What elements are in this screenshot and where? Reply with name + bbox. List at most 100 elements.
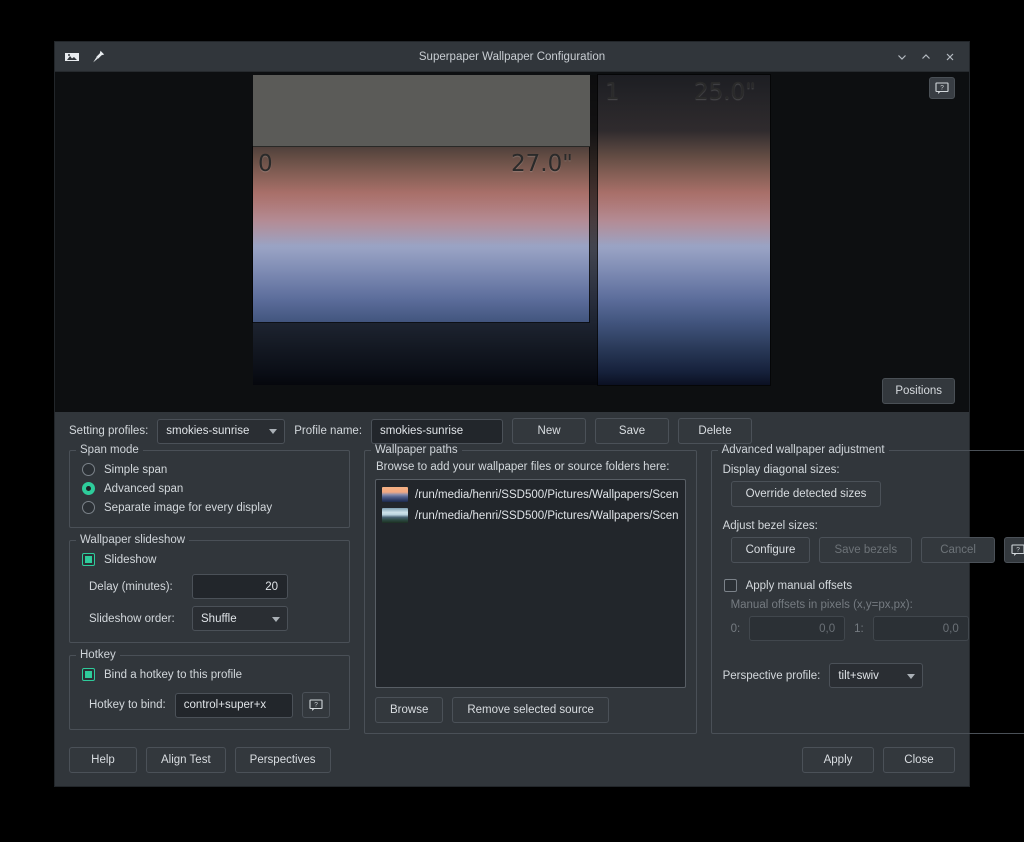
- title-bar: Superpaper Wallpaper Configuration: [55, 42, 969, 72]
- configure-bezels-button[interactable]: Configure: [731, 537, 811, 563]
- wallpaper-preview-area[interactable]: 0 27.0" 1 25.0" ? Positions: [55, 72, 969, 412]
- save-bezels-button[interactable]: Save bezels: [819, 537, 912, 563]
- adjust-bezel-label: Adjust bezel sizes:: [722, 507, 1024, 537]
- offset-1-label: 1:: [854, 623, 864, 635]
- right-column: Advanced wallpaper adjustment Display di…: [711, 450, 1024, 734]
- radio-simple-span[interactable]: Simple span: [80, 460, 339, 479]
- browse-button[interactable]: Browse: [375, 697, 443, 723]
- profile-name-value: smokies-sunrise: [380, 425, 463, 437]
- display-1-index: 1: [605, 81, 620, 104]
- hotkey-group: Hotkey Bind a hotkey to this profile Hot…: [69, 655, 350, 730]
- hotkey-to-bind-label: Hotkey to bind:: [89, 699, 166, 711]
- close-dialog-button[interactable]: Close: [883, 747, 955, 773]
- offset-1-value: 0,0: [943, 623, 959, 635]
- override-detected-sizes-button[interactable]: Override detected sizes: [731, 481, 882, 507]
- delete-profile-button[interactable]: Delete: [678, 418, 752, 444]
- hotkey-value: control+super+x: [184, 699, 266, 711]
- preview-help-button[interactable]: ?: [929, 77, 955, 99]
- offset-1-input[interactable]: 0,0: [873, 616, 969, 641]
- offset-0-value: 0,0: [819, 623, 835, 635]
- span-mode-group: Span mode Simple span Advanced span Sepa…: [69, 450, 350, 528]
- radio-selected-icon: [82, 482, 95, 495]
- svg-text:?: ?: [314, 701, 318, 708]
- checkbox-icon: [724, 579, 737, 592]
- bind-hotkey-checkbox[interactable]: Bind a hotkey to this profile: [80, 665, 339, 684]
- bottom-button-bar: Help Align Test Perspectives Apply Close: [55, 734, 969, 786]
- chevron-down-icon: [269, 429, 277, 434]
- settings-columns: Span mode Simple span Advanced span Sepa…: [55, 450, 969, 734]
- hotkey-input[interactable]: control+super+x: [175, 693, 293, 718]
- save-profile-button[interactable]: Save: [595, 418, 669, 444]
- list-item-path: /run/media/henri/SSD500/Pictures/Wallpap…: [415, 510, 679, 522]
- delay-input[interactable]: 20: [192, 574, 288, 599]
- center-column: Wallpaper paths Browse to add your wallp…: [364, 450, 697, 734]
- list-item[interactable]: /run/media/henri/SSD500/Pictures/Wallpap…: [376, 505, 685, 526]
- remove-selected-source-button[interactable]: Remove selected source: [452, 697, 609, 723]
- bezel-help-button[interactable]: ?: [1004, 537, 1024, 563]
- window-title: Superpaper Wallpaper Configuration: [55, 51, 969, 63]
- wallpaper-path-list[interactable]: /run/media/henri/SSD500/Pictures/Wallpap…: [375, 479, 686, 688]
- preview-canvas[interactable]: 0 27.0" 1 25.0": [253, 75, 770, 385]
- preview-empty-area: [253, 75, 590, 147]
- radio-separate-image-label: Separate image for every display: [104, 502, 272, 514]
- hotkey-help-button[interactable]: ?: [302, 692, 330, 718]
- slideshow-title: Wallpaper slideshow: [76, 534, 189, 546]
- setting-profiles-value: smokies-sunrise: [166, 425, 249, 437]
- align-test-button[interactable]: Align Test: [146, 747, 226, 773]
- slideshow-order-label: Slideshow order:: [89, 613, 183, 625]
- apply-manual-offsets-checkbox[interactable]: Apply manual offsets: [722, 563, 1024, 595]
- perspective-profile-select[interactable]: tilt+swiv: [829, 663, 923, 688]
- window-controls: [891, 46, 969, 68]
- wallpaper-thumbnail-icon: [382, 508, 408, 523]
- delay-value: 20: [265, 581, 278, 593]
- profile-name-label: Profile name:: [294, 425, 362, 437]
- new-profile-button[interactable]: New: [512, 418, 586, 444]
- slideshow-order-select[interactable]: Shuffle: [192, 606, 288, 631]
- chevron-down-icon: [907, 674, 915, 679]
- radio-icon: [82, 501, 95, 514]
- preview-display-1[interactable]: [598, 75, 770, 385]
- list-item-path: /run/media/henri/SSD500/Pictures/Wallpap…: [415, 489, 679, 501]
- cancel-bezels-button[interactable]: Cancel: [921, 537, 995, 563]
- setting-profiles-select[interactable]: smokies-sunrise: [157, 419, 285, 444]
- help-button[interactable]: Help: [69, 747, 137, 773]
- radio-advanced-span[interactable]: Advanced span: [80, 479, 339, 498]
- slideshow-checkbox-label: Slideshow: [104, 554, 156, 566]
- close-button[interactable]: [939, 46, 961, 68]
- list-item[interactable]: /run/media/henri/SSD500/Pictures/Wallpap…: [376, 484, 685, 505]
- help-bubble-icon: ?: [935, 82, 949, 95]
- maximize-button[interactable]: [915, 46, 937, 68]
- pin-icon[interactable]: [90, 49, 106, 65]
- help-bubble-icon: ?: [309, 699, 323, 712]
- offset-0-input[interactable]: 0,0: [749, 616, 845, 641]
- display-0-diagonal: 27.0": [511, 153, 573, 176]
- app-window: Superpaper Wallpaper Configuration: [55, 42, 969, 786]
- radio-advanced-span-label: Advanced span: [104, 483, 183, 495]
- perspective-profile-value: tilt+swiv: [838, 670, 879, 682]
- positions-button[interactable]: Positions: [882, 378, 955, 404]
- perspectives-button[interactable]: Perspectives: [235, 747, 331, 773]
- display-diagonal-label: Display diagonal sizes:: [722, 460, 1024, 481]
- setting-profiles-label: Setting profiles:: [69, 425, 148, 437]
- hotkey-title: Hotkey: [76, 649, 120, 661]
- advanced-adjustment-group: Advanced wallpaper adjustment Display di…: [711, 450, 1024, 734]
- perspective-profile-label: Perspective profile:: [723, 670, 821, 682]
- wallpaper-paths-hint: Browse to add your wallpaper files or so…: [375, 460, 686, 479]
- radio-separate-image[interactable]: Separate image for every display: [80, 498, 339, 517]
- display-0-index: 0: [258, 153, 273, 176]
- wallpaper-paths-title: Wallpaper paths: [371, 444, 462, 456]
- bind-hotkey-label: Bind a hotkey to this profile: [104, 669, 242, 681]
- radio-icon: [82, 463, 95, 476]
- span-mode-title: Span mode: [76, 444, 143, 456]
- minimize-button[interactable]: [891, 46, 913, 68]
- slideshow-checkbox[interactable]: Slideshow: [80, 550, 339, 569]
- advanced-adjustment-title: Advanced wallpaper adjustment: [718, 444, 889, 456]
- slideshow-group: Wallpaper slideshow Slideshow Delay (min…: [69, 540, 350, 643]
- apply-button[interactable]: Apply: [802, 747, 874, 773]
- image-icon: [64, 49, 80, 65]
- wallpaper-paths-group: Wallpaper paths Browse to add your wallp…: [364, 450, 697, 734]
- slideshow-order-value: Shuffle: [201, 613, 237, 625]
- checkbox-checked-icon: [82, 553, 95, 566]
- offset-0-label: 0:: [731, 623, 741, 635]
- profile-name-input[interactable]: smokies-sunrise: [371, 419, 503, 444]
